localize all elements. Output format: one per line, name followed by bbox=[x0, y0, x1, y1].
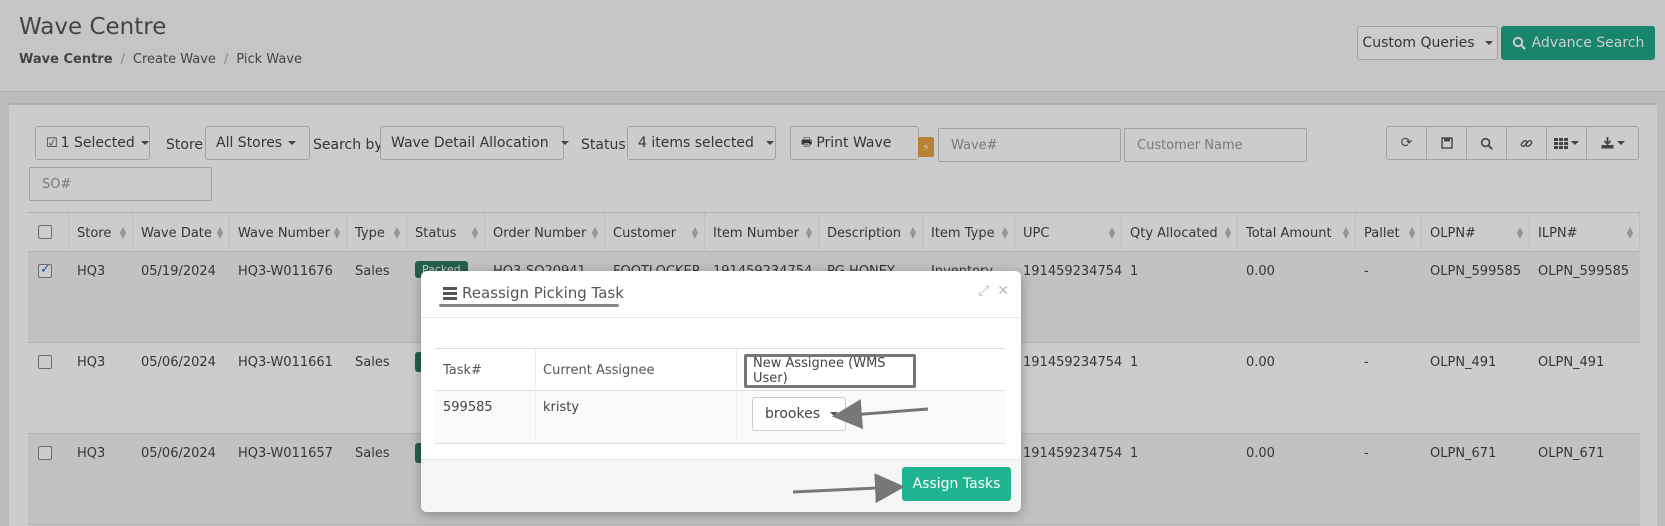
reassign-picking-task-modal: Reassign Picking Task ⤢ ✕ Task# Current … bbox=[421, 271, 1021, 512]
new-assignee-value: brookes bbox=[765, 406, 820, 422]
expand-icon[interactable]: ⤢ bbox=[978, 283, 989, 299]
cell-task-number: 599585 bbox=[443, 400, 493, 415]
reassign-table: Task# Current Assignee New Assignee (WMS… bbox=[435, 348, 1005, 444]
column-divider bbox=[736, 349, 737, 444]
reassign-table-header: Task# Current Assignee New Assignee (WMS… bbox=[435, 349, 1005, 391]
table-row: 599585 kristy brookes bbox=[435, 391, 1005, 444]
modal-title: Reassign Picking Task bbox=[443, 284, 624, 302]
column-divider bbox=[535, 349, 536, 444]
column-header-current-assignee: Current Assignee bbox=[543, 362, 655, 378]
chevron-down-icon bbox=[829, 412, 838, 416]
title-highlight-underline bbox=[439, 304, 619, 307]
column-header-task: Task# bbox=[443, 362, 482, 378]
modal-window-controls: ⤢ ✕ bbox=[978, 283, 1009, 299]
column-header-new-assignee: New Assignee (WMS User) bbox=[744, 354, 916, 388]
modal-title-text: Reassign Picking Task bbox=[462, 284, 624, 302]
modal-header: Reassign Picking Task ⤢ ✕ bbox=[421, 271, 1021, 318]
close-icon[interactable]: ✕ bbox=[997, 283, 1009, 299]
cell-current-assignee: kristy bbox=[543, 400, 580, 415]
tasks-icon bbox=[443, 286, 457, 300]
assign-tasks-button[interactable]: Assign Tasks bbox=[902, 467, 1011, 501]
new-assignee-select[interactable]: brookes bbox=[752, 397, 846, 431]
